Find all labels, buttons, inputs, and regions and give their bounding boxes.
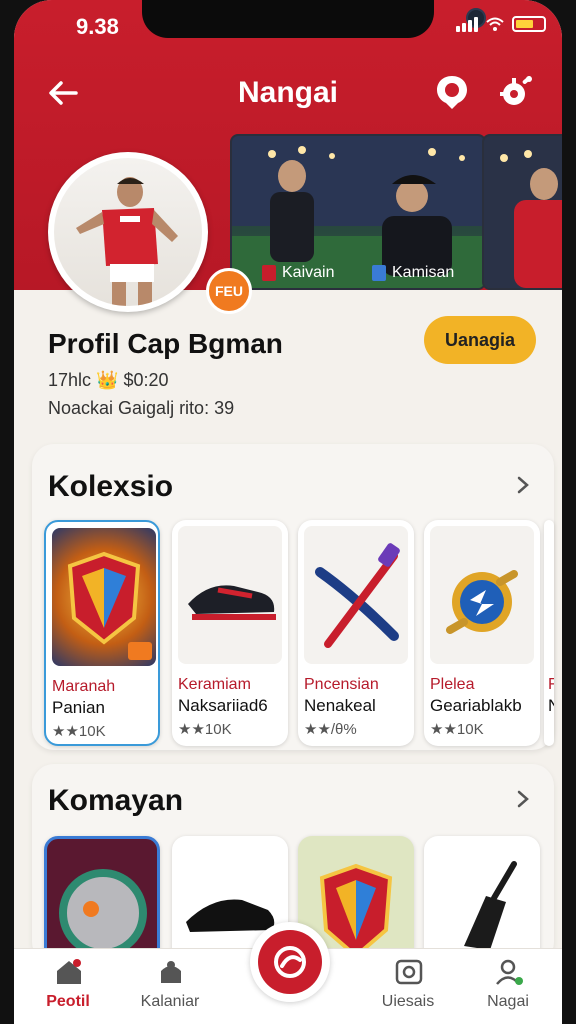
boot-image: [178, 526, 282, 664]
banner-label-right: Kamisan: [372, 264, 454, 282]
crossed-items-image: [304, 526, 408, 664]
swirl-logo-icon: [274, 946, 306, 978]
status-icons: [456, 16, 546, 32]
card-title: Naksariiad6: [178, 696, 268, 715]
avatar[interactable]: [48, 152, 208, 312]
card-stats: ★★/θ%: [304, 721, 357, 738]
card-category: Plelea: [430, 676, 475, 693]
profile-name: Profil Cap Bgman: [48, 328, 283, 359]
profile-stat-1: 17hlc 👑 $0:20: [48, 370, 169, 390]
tab-calendar[interactable]: Kalaniar: [120, 949, 220, 1024]
level-badge: FEU: [206, 268, 252, 314]
card-title: Nenakeal: [304, 696, 376, 715]
page-title: Nangai: [237, 76, 339, 109]
profile-action-button[interactable]: Uanagia: [424, 316, 536, 364]
card-title: Geariablakb: [430, 696, 522, 715]
screen: 9.38 Nangai Kaivain Kamisan FEU Profil C…: [14, 0, 562, 1024]
card-stats: ★★10K: [178, 721, 232, 738]
collection-title: Kolexsio: [48, 470, 174, 503]
phone-frame: 9.38 Nangai Kaivain Kamisan FEU Profil C…: [0, 0, 576, 1024]
chat-icon[interactable]: [432, 72, 472, 112]
status-time: 9.38: [76, 14, 119, 39]
camera-icon: [395, 959, 423, 985]
banner-right-text: Kamisan: [392, 264, 455, 281]
tab-label: Kalaniar: [140, 993, 200, 1010]
battery-icon: [512, 16, 546, 32]
banner-left-text: Kaivain: [282, 264, 335, 281]
tab-nagai[interactable]: Nagai: [458, 949, 558, 1024]
card-category: Keramiam: [178, 676, 251, 693]
notch: [142, 0, 486, 38]
card-category: F: [548, 676, 554, 693]
signal-icon: [456, 16, 478, 32]
shield-emblem-image: [52, 528, 156, 666]
bag-icon: [161, 961, 181, 983]
settings-icon[interactable]: [496, 72, 536, 112]
collection-card-partial[interactable]: F N: [544, 520, 554, 746]
collection-card[interactable]: Pncensian Nenakeal ★★/θ%: [298, 520, 414, 746]
user-icon: [496, 959, 523, 985]
tab-profile[interactable]: Peotil: [18, 949, 118, 1024]
match-banner[interactable]: Kaivain Kamisan: [230, 134, 486, 290]
center-action-button[interactable]: [250, 922, 330, 1002]
card-category: Pncensian: [304, 676, 379, 693]
tab-label: Nagai: [487, 993, 529, 1010]
collection-section: Kolexsio Maranah Panian ★★10K Keramiam N…: [32, 444, 554, 750]
tab-label: Uiesais: [381, 993, 435, 1010]
shield-icon: [262, 265, 276, 281]
chevron-right-icon[interactable]: [514, 476, 532, 494]
card-category: Maranah: [52, 678, 116, 695]
avatar-image: [54, 158, 202, 306]
shield-icon: [372, 265, 386, 281]
collection-card[interactable]: Keramiam Naksariiad6 ★★10K: [172, 520, 288, 746]
player-image: [484, 136, 562, 288]
emblem-image: [430, 526, 534, 664]
tab-uiesais[interactable]: Uiesais: [358, 949, 458, 1024]
tab-label: Peotil: [46, 993, 90, 1010]
card-stats: ★★10K: [430, 721, 484, 738]
wifi-icon: [486, 17, 504, 31]
collection-card[interactable]: Plelea Geariablakb ★★10K: [424, 520, 540, 746]
card-stats: ★★10K: [52, 723, 106, 740]
profile-stat-2: Noackai Gaigalj rito: 39: [48, 398, 235, 418]
collection-card[interactable]: Maranah Panian ★★10K: [44, 520, 160, 746]
card-title: Panian: [52, 698, 105, 717]
card-title: N: [548, 696, 554, 716]
section2-title: Komayan: [48, 784, 184, 817]
match-banner-next[interactable]: [482, 134, 562, 290]
chevron-right-icon[interactable]: [514, 790, 532, 808]
banner-label-left: Kaivain: [262, 264, 334, 282]
home-icon: [57, 959, 81, 984]
